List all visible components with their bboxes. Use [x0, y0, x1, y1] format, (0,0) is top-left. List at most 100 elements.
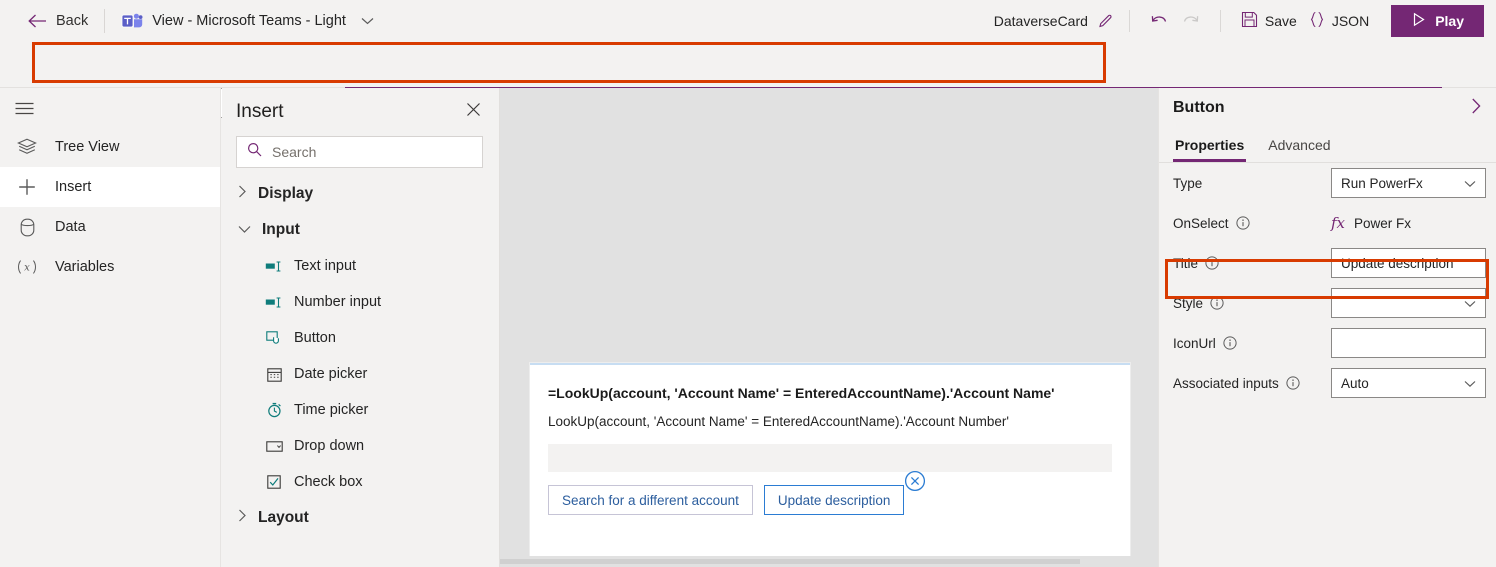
property-row-title: Title Update description [1159, 243, 1496, 283]
insert-item-label: Time picker [294, 402, 369, 418]
card-button-search-different-account[interactable]: Search for a different account [548, 485, 753, 515]
card-text-line-2: LookUp(account, 'Account Name' = Entered… [548, 414, 1009, 429]
chevron-down-icon[interactable] [361, 12, 374, 30]
tab-advanced[interactable]: Advanced [1266, 128, 1332, 162]
property-label: Title [1173, 255, 1199, 271]
info-icon[interactable] [1235, 216, 1250, 230]
delete-control-icon[interactable] [904, 470, 926, 497]
insert-group-layout[interactable]: Layout [222, 500, 499, 536]
top-toolbar: Back View - Microsoft Teams - Light Data… [0, 0, 1496, 41]
formula-bar: OnSelect = Patch(account, LookUp(account… [0, 41, 1496, 119]
type-select[interactable]: Run PowerFx [1331, 168, 1486, 198]
insert-item-label: Text input [294, 258, 357, 274]
property-label: Type [1173, 175, 1203, 191]
properties-panel: Button Properties Advanced Type Run Powe… [1158, 88, 1496, 567]
play-icon [1411, 12, 1426, 30]
insert-item-date-picker[interactable]: Date picker [222, 356, 499, 392]
insert-group-input[interactable]: Input [222, 212, 499, 248]
save-button[interactable]: Save [1235, 7, 1303, 35]
card-text-input[interactable] [548, 444, 1112, 472]
chevron-down-icon [1464, 376, 1476, 391]
title-input[interactable]: Update description [1331, 248, 1486, 278]
calendar-icon [265, 367, 283, 382]
save-icon [1241, 11, 1258, 31]
chevron-down-icon [1464, 296, 1476, 311]
panel-title: Insert [236, 101, 284, 122]
canvas-horizontal-scrollbar[interactable] [500, 556, 1158, 567]
insert-item-check-box[interactable]: Check box [222, 464, 499, 500]
onselect-value: Power Fx [1354, 215, 1412, 231]
insert-group-label: Display [258, 185, 314, 202]
info-icon[interactable] [1205, 256, 1219, 270]
card-text-line-1: =LookUp(account, 'Account Name' = Entere… [548, 385, 1055, 401]
property-row-iconurl: IconUrl [1159, 323, 1496, 363]
hamburger-menu-button[interactable] [0, 95, 220, 127]
toolbar-divider [1219, 9, 1221, 32]
insert-item-number-input[interactable]: Number input [222, 284, 499, 320]
view-selector[interactable]: View - Microsoft Teams - Light [121, 12, 374, 30]
rename-pencil-icon[interactable] [1097, 12, 1115, 30]
teams-icon [121, 12, 143, 30]
insert-item-time-picker[interactable]: Time picker [222, 392, 499, 428]
sidebar-item-label: Variables [55, 259, 115, 275]
insert-item-label: Button [294, 330, 336, 346]
play-button[interactable]: Play [1391, 4, 1484, 37]
undo-button[interactable] [1144, 9, 1175, 33]
close-icon[interactable] [464, 100, 483, 124]
associated-inputs-value: Auto [1341, 375, 1369, 391]
insert-item-label: Date picker [294, 366, 368, 382]
card-button-update-description[interactable]: Update description [763, 485, 905, 515]
insert-item-label: Check box [294, 474, 363, 490]
sidebar-item-label: Tree View [55, 139, 120, 155]
info-icon[interactable] [1286, 376, 1300, 390]
sidebar-item-data[interactable]: Data [0, 207, 220, 247]
search-input[interactable]: Search [236, 136, 483, 168]
info-icon[interactable] [1223, 336, 1237, 350]
card-name-label: DataverseCard [993, 12, 1088, 29]
onselect-powerfx-button[interactable]: fx Power Fx [1331, 214, 1486, 232]
sidebar-item-label: Insert [55, 179, 92, 195]
insert-item-drop-down[interactable]: Drop down [222, 428, 499, 464]
back-button[interactable]: Back [28, 13, 88, 29]
left-rail: Tree View Insert Data x Variables [0, 88, 221, 567]
view-title: View - Microsoft Teams - Light [152, 12, 346, 29]
type-select-value: Run PowerFx [1341, 175, 1423, 191]
properties-tabs: Properties Advanced [1159, 128, 1496, 163]
insert-group-display[interactable]: Display [222, 176, 499, 212]
hamburger-icon [15, 102, 34, 120]
sidebar-item-tree-view[interactable]: Tree View [0, 127, 220, 167]
chevron-down-icon [1464, 176, 1476, 191]
property-row-onselect: OnSelect fx Power Fx [1159, 203, 1496, 243]
card-preview[interactable]: =LookUp(account, 'Account Name' = Entere… [530, 363, 1130, 567]
fx-icon: fx [1331, 214, 1346, 232]
json-button[interactable]: JSON [1303, 7, 1375, 35]
insert-panel-header: Insert [222, 88, 499, 132]
property-label: Associated inputs [1173, 375, 1279, 391]
insert-group-label: Layout [258, 509, 309, 526]
tab-properties[interactable]: Properties [1173, 128, 1246, 162]
insert-item-button[interactable]: Button [222, 320, 499, 356]
properties-title: Button [1173, 99, 1225, 116]
sidebar-item-variables[interactable]: x Variables [0, 247, 220, 287]
properties-header: Button [1159, 88, 1496, 128]
button-icon [265, 330, 283, 346]
design-canvas[interactable]: =LookUp(account, 'Account Name' = Entere… [500, 88, 1158, 567]
dropdown-icon [265, 440, 283, 452]
collapse-panel-chevron-icon[interactable] [1471, 98, 1482, 119]
plus-icon [16, 177, 38, 197]
info-icon[interactable] [1210, 296, 1224, 310]
insert-group-label: Input [262, 221, 300, 238]
insert-item-text-input[interactable]: Text input [222, 248, 499, 284]
property-label: Style [1173, 295, 1204, 311]
iconurl-input[interactable] [1331, 328, 1486, 358]
chevron-down-icon [238, 221, 251, 239]
save-label: Save [1264, 12, 1297, 29]
associated-inputs-select[interactable]: Auto [1331, 368, 1486, 398]
toolbar-divider [1128, 9, 1130, 32]
redo-button[interactable] [1175, 9, 1206, 33]
sidebar-item-insert[interactable]: Insert [0, 167, 220, 207]
search-icon [247, 142, 262, 162]
number-input-icon [265, 296, 283, 309]
style-select[interactable] [1331, 288, 1486, 318]
database-icon [16, 218, 38, 237]
